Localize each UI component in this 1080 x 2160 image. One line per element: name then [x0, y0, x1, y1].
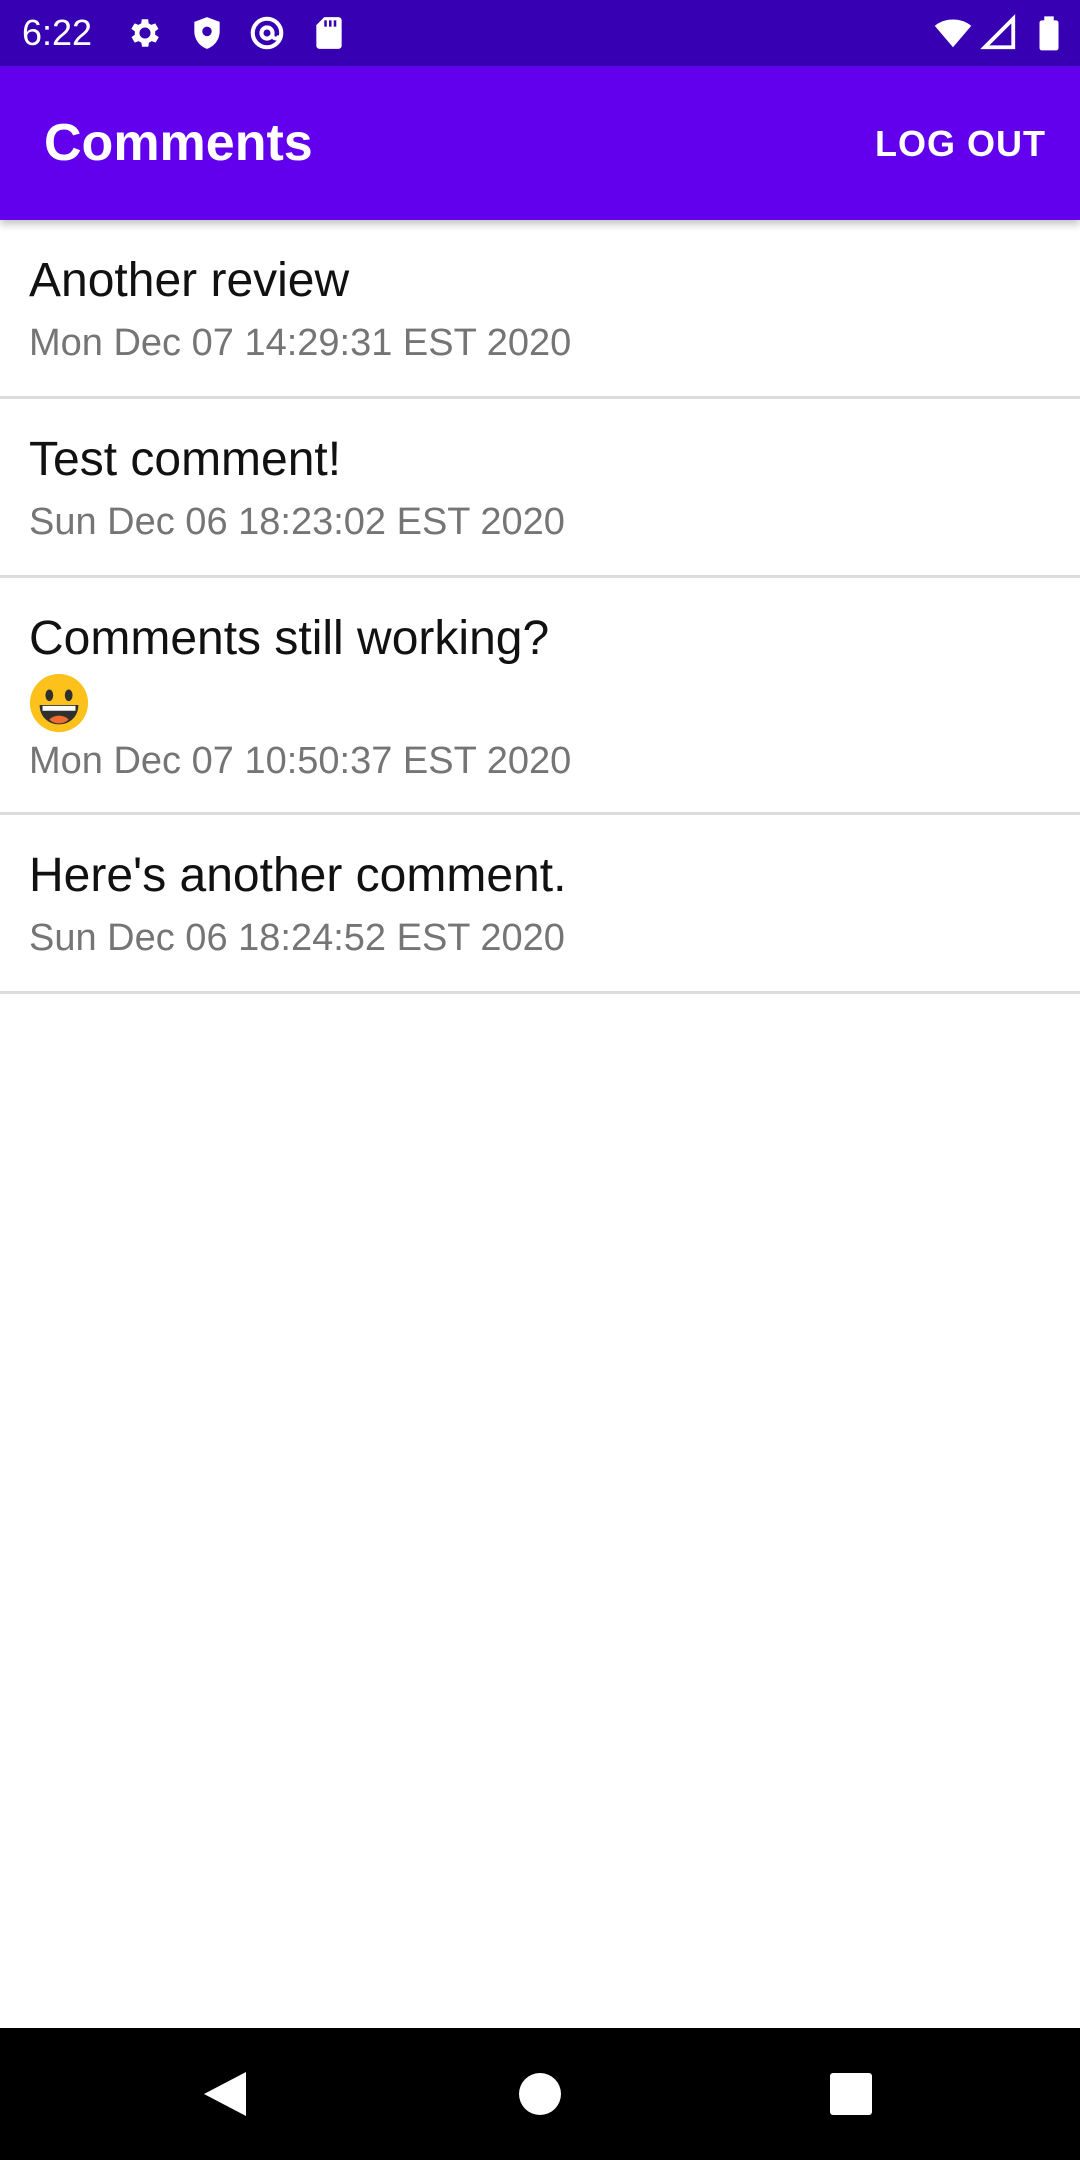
back-icon[interactable]	[190, 2058, 262, 2130]
comment-text: Test comment!	[29, 433, 342, 486]
status-bar: 6:22	[0, 0, 1080, 66]
list-item[interactable]: Test comment! Sun Dec 06 18:23:02 EST 20…	[0, 399, 1080, 578]
app-bar: Comments LOG OUT	[0, 66, 1080, 220]
signal-icon	[980, 14, 1016, 50]
comment-text: Comments still working?	[29, 612, 550, 665]
page-title: Comments	[44, 114, 313, 172]
gear-icon	[131, 19, 159, 47]
shield-icon	[194, 17, 220, 49]
comment-date: Sun Dec 06 18:23:02 EST 2020	[29, 501, 565, 543]
recents-icon[interactable]	[815, 2058, 887, 2130]
list-item[interactable]: Another review Mon Dec 07 14:29:31 EST 2…	[0, 220, 1080, 399]
battery-icon	[1039, 16, 1059, 51]
comment-date: Sun Dec 06 18:24:52 EST 2020	[29, 917, 565, 959]
wifi-icon	[934, 19, 972, 48]
comment-list: Another review Mon Dec 07 14:29:31 EST 2…	[0, 220, 1080, 994]
comment-text: Here's another comment.	[29, 849, 567, 902]
at-sign-icon	[250, 16, 284, 50]
grinning-face-emoji	[29, 673, 89, 733]
sd-card-icon	[316, 17, 342, 49]
comment-date: Mon Dec 07 14:29:31 EST 2020	[29, 322, 572, 364]
comment-date: Mon Dec 07 10:50:37 EST 2020	[29, 740, 572, 782]
logout-button[interactable]: LOG OUT	[861, 104, 1060, 184]
comment-text: Another review	[29, 254, 350, 307]
list-item[interactable]: Here's another comment. Sun Dec 06 18:24…	[0, 815, 1080, 994]
home-icon[interactable]	[504, 2058, 576, 2130]
status-time: 6:22	[22, 12, 93, 53]
navigation-bar	[0, 2028, 1080, 2160]
list-item[interactable]: Comments still working? Mon Dec 07 10:50…	[0, 578, 1080, 815]
